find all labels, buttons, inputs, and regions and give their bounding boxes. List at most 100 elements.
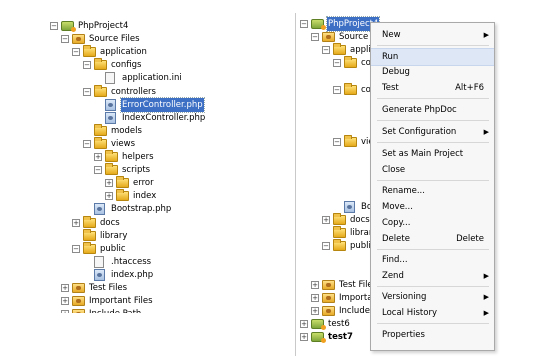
tree-node-l-scripts[interactable]: − scripts <box>46 163 246 177</box>
menu-item-label: Set as Main Project <box>382 149 464 159</box>
expand-toggle[interactable]: + <box>300 320 308 328</box>
tree-node-l-application-ini[interactable]: application.ini <box>46 71 246 85</box>
collapse-toggle[interactable]: − <box>83 140 91 148</box>
tree-node-label: IndexController.php <box>122 113 206 123</box>
tree-node-l-docs[interactable]: + docs <box>46 216 246 230</box>
menu-item-label: Close <box>382 165 406 175</box>
tree-node-l-controllers[interactable]: − controllers <box>46 85 246 99</box>
menu-item-properties[interactable]: Properties <box>371 327 494 343</box>
collapse-toggle[interactable]: − <box>72 245 80 253</box>
php-file-icon <box>94 269 105 281</box>
expand-toggle[interactable]: + <box>61 284 69 292</box>
collapse-toggle[interactable]: − <box>322 46 330 54</box>
folder-icon <box>94 137 107 149</box>
collapse-toggle[interactable]: − <box>61 35 69 43</box>
tree-node-l-configs[interactable]: − configs <box>46 58 246 72</box>
tree-node-l-index[interactable]: + index <box>46 189 246 203</box>
expand-toggle[interactable]: + <box>105 192 113 200</box>
menu-item-label: Properties <box>382 330 425 340</box>
expand-toggle[interactable]: + <box>94 153 102 161</box>
menu-item-label: Rename... <box>382 186 425 196</box>
folder-icon <box>94 58 107 70</box>
tree-node-l-error[interactable]: + error <box>46 176 246 190</box>
expand-toggle[interactable]: + <box>105 179 113 187</box>
collapse-toggle[interactable]: − <box>322 242 330 250</box>
expand-toggle[interactable]: + <box>61 310 69 313</box>
menu-item-debug[interactable]: Debug <box>371 64 494 80</box>
expand-toggle[interactable]: + <box>300 333 308 341</box>
menu-item-local-history[interactable]: Local History ▶ <box>371 305 494 321</box>
menu-item-versioning[interactable]: Versioning ▶ <box>371 289 494 305</box>
collapse-toggle[interactable]: − <box>83 88 91 96</box>
collapse-toggle[interactable]: − <box>72 48 80 56</box>
menu-item-delete[interactable]: Delete Delete <box>371 231 494 247</box>
tree-node-l-indexphp[interactable]: index.php <box>46 268 246 282</box>
tree-node-l-bootstrap[interactable]: Bootstrap.php <box>46 202 246 216</box>
menu-item-label: Copy... <box>382 218 411 228</box>
menu-item-zend[interactable]: Zend ▶ <box>371 268 494 284</box>
special-folder-icon <box>322 306 335 316</box>
tree-node-l-indexcontroller[interactable]: IndexController.php <box>46 111 246 125</box>
expand-toggle[interactable]: + <box>311 294 319 302</box>
submenu-arrow-icon: ▶ <box>483 31 489 39</box>
tree-node-label: views <box>111 139 136 149</box>
tree-node-l-public[interactable]: − public <box>46 242 246 256</box>
project-context-menu: New ▶ Run Debug Test Alt+F6 Generate PhpDoc Set… <box>370 22 495 351</box>
php-file-icon <box>344 201 355 213</box>
tree-node-l-htaccess[interactable]: .htaccess <box>46 255 246 269</box>
expand-toggle[interactable]: + <box>311 281 319 289</box>
tree-node-l-errorcontroller[interactable]: ErrorController.php <box>46 97 246 113</box>
folder-icon <box>83 229 96 241</box>
tree-node-l-include-path[interactable]: + Include Path <box>46 307 246 313</box>
tree-node-l-source-files[interactable]: − Source Files <box>46 32 246 46</box>
menu-item-label: New <box>382 30 401 40</box>
special-folder-icon <box>322 32 335 42</box>
collapse-toggle[interactable]: − <box>94 166 102 174</box>
collapse-toggle[interactable]: − <box>311 33 319 41</box>
tree-node-label: Bootstrap.php <box>111 204 172 214</box>
php-file-icon <box>105 112 116 124</box>
menu-item-label: Move... <box>382 202 413 212</box>
tree-node-label: docs <box>350 215 370 225</box>
menu-item-new[interactable]: New ▶ <box>371 27 494 43</box>
expand-toggle[interactable]: + <box>61 297 69 305</box>
collapse-toggle[interactable]: − <box>50 22 58 30</box>
menu-item-rename[interactable]: Rename... <box>371 183 494 199</box>
expand-toggle[interactable]: + <box>72 219 80 227</box>
menu-separator <box>377 142 489 143</box>
tree-node-l-project[interactable]: − PhpProject4 <box>46 19 246 33</box>
menu-item-test[interactable]: Test Alt+F6 <box>371 80 494 96</box>
special-folder-icon <box>322 293 335 303</box>
tree-node-label: PhpProject4 <box>78 21 129 31</box>
tree-node-l-views[interactable]: − views <box>46 137 246 151</box>
tree-node-l-models[interactable]: models <box>46 124 246 138</box>
tree-node-l-application[interactable]: − application <box>46 45 246 59</box>
tree-node-l-test-files[interactable]: + Test Files <box>46 281 246 295</box>
menu-item-set-configuration[interactable]: Set Configuration ▶ <box>371 124 494 140</box>
expand-toggle[interactable]: + <box>311 307 319 315</box>
tree-node-l-library[interactable]: library <box>46 229 246 243</box>
menu-item-find[interactable]: Find... <box>371 252 494 268</box>
collapse-toggle[interactable]: − <box>333 59 341 67</box>
special-folder-icon <box>72 309 85 313</box>
collapse-toggle[interactable]: − <box>83 61 91 69</box>
tree-node-l-important-files[interactable]: + Important Files <box>46 294 246 308</box>
menu-item-move[interactable]: Move... <box>371 199 494 215</box>
menu-item-set-as-main-project[interactable]: Set as Main Project <box>371 146 494 162</box>
tree-node-label: models <box>111 126 142 136</box>
collapse-toggle[interactable]: − <box>300 20 308 28</box>
menu-item-label: Local History <box>382 308 437 318</box>
tree-node-l-helpers[interactable]: + helpers <box>46 150 246 164</box>
php-project-icon <box>311 19 326 30</box>
collapse-toggle[interactable]: − <box>333 138 341 146</box>
expand-toggle[interactable]: + <box>322 216 330 224</box>
php-file-icon <box>105 99 116 111</box>
menu-item-copy[interactable]: Copy... <box>371 215 494 231</box>
folder-icon <box>94 85 107 97</box>
tree-node-label: Important Files <box>89 296 153 306</box>
collapse-toggle[interactable]: − <box>333 86 341 94</box>
menu-item-generate-phpdoc[interactable]: Generate PhpDoc <box>371 102 494 118</box>
tree-node-label: Source Files <box>89 34 140 44</box>
file-icon <box>94 256 104 268</box>
menu-item-close[interactable]: Close <box>371 162 494 178</box>
